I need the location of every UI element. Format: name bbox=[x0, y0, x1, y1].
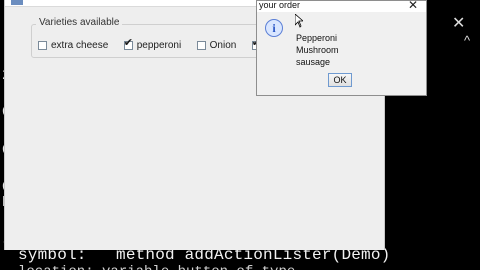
info-icon: i bbox=[265, 19, 283, 37]
checkbox-extra-cheese[interactable]: extra cheese bbox=[38, 40, 108, 51]
order-line: sausage bbox=[296, 57, 331, 67]
checkbox-label: pepperoni bbox=[136, 40, 182, 51]
checkbox-label: extra cheese bbox=[51, 40, 109, 51]
order-line: Pepperoni bbox=[296, 33, 338, 43]
group-title: Varieties available bbox=[36, 17, 123, 28]
java-icon bbox=[11, 0, 23, 5]
checkbox-pepperoni[interactable]: ✔ pepperoni bbox=[123, 37, 182, 51]
order-line: Mushroom bbox=[296, 45, 339, 55]
checkbox-box[interactable]: ✔ bbox=[123, 37, 133, 50]
caret-up-icon[interactable]: ^ bbox=[464, 33, 470, 48]
terminal-line: location: variable button of type bbox=[18, 264, 295, 270]
dialog-title: your order bbox=[259, 0, 301, 10]
check-icon: ✔ bbox=[123, 37, 133, 49]
close-icon[interactable]: ✕ bbox=[408, 0, 418, 12]
close-icon[interactable]: ✕ bbox=[452, 13, 465, 33]
checkbox-box[interactable] bbox=[196, 41, 206, 50]
order-dialog: your order ✕ i Pepperoni Mushroom sausag… bbox=[256, 0, 427, 96]
mouse-cursor-icon bbox=[295, 14, 303, 28]
checkbox-box[interactable] bbox=[38, 41, 47, 50]
order-message: Pepperoni Mushroom sausage bbox=[296, 32, 339, 68]
checkbox-label: Onion bbox=[209, 40, 237, 51]
dialog-title-bar: your order ✕ bbox=[257, 0, 426, 12]
checkbox-onion[interactable]: Onion bbox=[196, 40, 237, 51]
ok-button[interactable]: OK bbox=[328, 73, 352, 87]
